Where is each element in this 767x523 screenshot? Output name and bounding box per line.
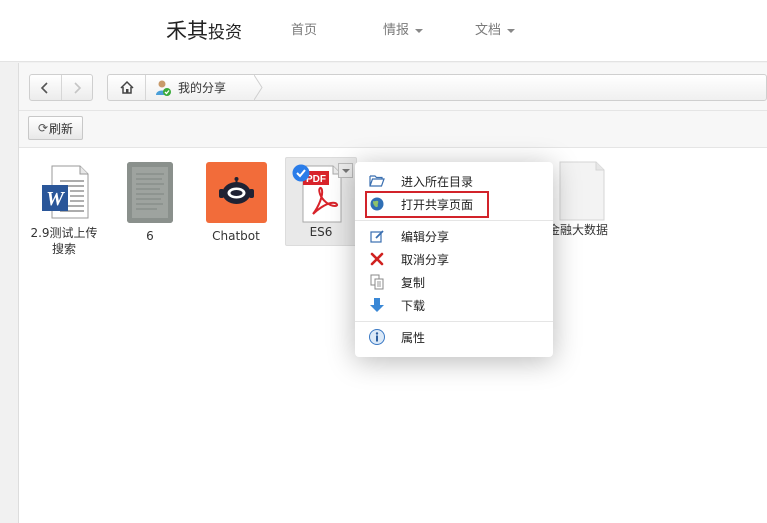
menu-item-label: 复制 [401,275,426,290]
refresh-button[interactable]: ⟳ 刷新 [28,116,83,140]
refresh-icon: ⟳ [37,121,49,135]
nav-intelligence[interactable]: 情报 [383,23,424,39]
menu-item-label: 取消分享 [401,252,450,267]
breadcrumb-bar: 我的分享 [19,63,767,111]
file-toolbar: ⟳ 刷新 [19,111,767,148]
item-menu-toggle[interactable] [338,163,353,178]
file-name: 2.9测试上传 搜索 [28,225,100,257]
brand-main: 禾其 [166,19,208,43]
word-doc-icon: W [36,163,92,221]
refresh-label: 刷新 [49,121,74,136]
file-name: Chatbot [212,229,260,243]
svg-text:W: W [46,188,65,210]
file-name: 6 [146,229,154,243]
menu-separator [355,220,553,221]
nav-intelligence-label: 情报 [383,23,410,38]
menu-item-open-folder[interactable]: 进入所在目录 [355,170,553,192]
forward-button[interactable] [60,75,92,100]
breadcrumb: 我的分享 [107,74,767,101]
chevron-down-icon [507,28,516,33]
nav-documents-label: 文档 [475,23,502,38]
folder-open-icon [369,173,385,189]
file-item-image[interactable]: 6 [114,162,186,244]
menu-item-copy[interactable]: 复制 [355,271,553,293]
chevron-right-icon [74,81,82,94]
breadcrumb-label: 我的分享 [178,81,227,95]
checkmark-icon [292,164,310,182]
brand-logo[interactable]: 禾其投资 [166,18,242,46]
file-name-line-1: 2.9测试上传 [30,226,98,240]
nav-documents[interactable]: 文档 [475,23,516,39]
menu-item-download[interactable]: 下载 [355,294,553,316]
file-item-document[interactable]: 金融大数据 [548,160,628,238]
info-icon [369,329,385,345]
top-navbar: 禾其投资 首页 情报 文档 [0,0,767,62]
user-share-icon [156,80,171,96]
file-name-line-2: 搜索 [51,242,76,256]
menu-item-edit-share[interactable]: 编辑分享 [355,225,553,247]
history-buttons [29,74,93,101]
breadcrumb-home[interactable] [108,75,146,100]
menu-item-properties[interactable]: 属性 [355,326,553,348]
breadcrumb-separator [254,75,263,100]
highlight-annotation [365,191,489,218]
home-icon [119,80,134,94]
menu-separator [355,321,553,322]
file-item-pdf[interactable]: PDF ES6 [285,157,357,246]
breadcrumb-my-share[interactable]: 我的分享 [154,75,226,100]
back-button[interactable] [30,75,61,100]
menu-item-label: 编辑分享 [401,229,450,244]
chevron-down-icon [341,168,350,173]
menu-item-label: 下载 [401,298,426,313]
nav-home[interactable]: 首页 [291,23,317,39]
file-item-chatbot[interactable]: Chatbot [200,162,272,244]
chevron-down-icon [415,28,424,33]
edit-icon [369,228,385,244]
download-icon [369,297,385,313]
file-item-word[interactable]: W 2.9测试上传 搜索 [28,163,100,257]
file-name: ES6 [309,225,333,239]
file-name: 金融大数据 [548,223,609,237]
image-thumbnail [127,162,173,223]
brand-sub: 投资 [208,23,242,43]
chatbot-app-icon [205,162,267,223]
nav-home-label: 首页 [291,23,318,38]
chevron-left-icon [41,81,49,94]
menu-item-label: 属性 [401,330,426,345]
close-icon [369,251,385,267]
document-icon [556,160,606,222]
menu-item-cancel-share[interactable]: 取消分享 [355,248,553,270]
menu-item-label: 进入所在目录 [401,174,474,189]
copy-icon [369,274,385,290]
